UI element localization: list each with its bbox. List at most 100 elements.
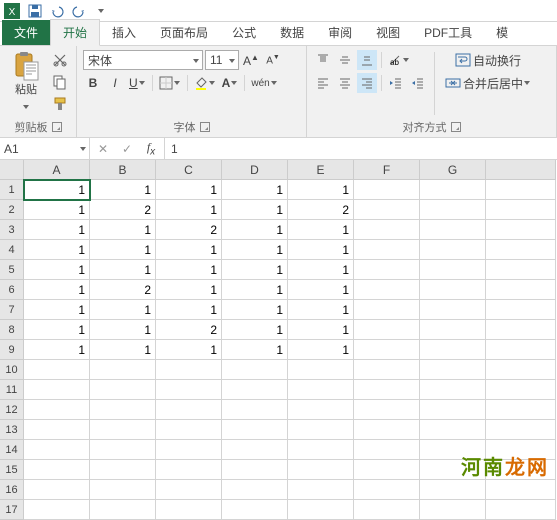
cell-F7[interactable] bbox=[354, 300, 420, 320]
name-box[interactable]: A1 bbox=[0, 138, 90, 159]
cell-F6[interactable] bbox=[354, 280, 420, 300]
cell-A6[interactable]: 1 bbox=[24, 280, 90, 300]
column-header-E[interactable]: E bbox=[288, 160, 354, 180]
cell-D3[interactable]: 1 bbox=[222, 220, 288, 240]
cell-C6[interactable]: 1 bbox=[156, 280, 222, 300]
cell-C17[interactable] bbox=[156, 500, 222, 520]
cell-F17[interactable] bbox=[354, 500, 420, 520]
cell-C14[interactable] bbox=[156, 440, 222, 460]
row-header-12[interactable]: 12 bbox=[0, 400, 24, 420]
cell-F10[interactable] bbox=[354, 360, 420, 380]
row-header-13[interactable]: 13 bbox=[0, 420, 24, 440]
cell-D4[interactable]: 1 bbox=[222, 240, 288, 260]
qat-save[interactable] bbox=[24, 1, 46, 21]
cell-F1[interactable] bbox=[354, 180, 420, 200]
cell-C7[interactable]: 1 bbox=[156, 300, 222, 320]
cell-A12[interactable] bbox=[24, 400, 90, 420]
cell-B13[interactable] bbox=[90, 420, 156, 440]
row-header-7[interactable]: 7 bbox=[0, 300, 24, 320]
cell-G9[interactable] bbox=[420, 340, 486, 360]
cell-F14[interactable] bbox=[354, 440, 420, 460]
cell-E14[interactable] bbox=[288, 440, 354, 460]
bold-button[interactable]: B bbox=[83, 73, 103, 93]
cell-extra-2[interactable] bbox=[486, 200, 556, 220]
formula-bar[interactable]: 1 bbox=[165, 138, 557, 159]
cell-C11[interactable] bbox=[156, 380, 222, 400]
tab-data[interactable]: 数据 bbox=[268, 20, 316, 45]
cell-extra-5[interactable] bbox=[486, 260, 556, 280]
row-header-3[interactable]: 3 bbox=[0, 220, 24, 240]
align-middle-button[interactable] bbox=[335, 50, 355, 70]
cell-B4[interactable]: 1 bbox=[90, 240, 156, 260]
align-top-button[interactable] bbox=[313, 50, 333, 70]
merge-center-button[interactable]: 合并后居中 bbox=[441, 73, 535, 93]
cell-D12[interactable] bbox=[222, 400, 288, 420]
cell-A5[interactable]: 1 bbox=[24, 260, 90, 280]
cell-C2[interactable]: 1 bbox=[156, 200, 222, 220]
cell-D1[interactable]: 1 bbox=[222, 180, 288, 200]
row-header-5[interactable]: 5 bbox=[0, 260, 24, 280]
cell-G13[interactable] bbox=[420, 420, 486, 440]
cell-extra-1[interactable] bbox=[486, 180, 556, 200]
cell-B5[interactable]: 1 bbox=[90, 260, 156, 280]
align-bottom-button[interactable] bbox=[357, 50, 377, 70]
cell-E12[interactable] bbox=[288, 400, 354, 420]
cell-E17[interactable] bbox=[288, 500, 354, 520]
tab-insert[interactable]: 插入 bbox=[100, 20, 148, 45]
clipboard-launcher[interactable] bbox=[52, 122, 62, 132]
cell-B11[interactable] bbox=[90, 380, 156, 400]
enter-formula-button[interactable]: ✓ bbox=[118, 140, 136, 158]
cell-F15[interactable] bbox=[354, 460, 420, 480]
cell-D14[interactable] bbox=[222, 440, 288, 460]
cell-B10[interactable] bbox=[90, 360, 156, 380]
cell-E13[interactable] bbox=[288, 420, 354, 440]
cell-B9[interactable]: 1 bbox=[90, 340, 156, 360]
cell-F12[interactable] bbox=[354, 400, 420, 420]
row-header-1[interactable]: 1 bbox=[0, 180, 24, 200]
cell-A14[interactable] bbox=[24, 440, 90, 460]
cell-D10[interactable] bbox=[222, 360, 288, 380]
cell-E7[interactable]: 1 bbox=[288, 300, 354, 320]
cell-D2[interactable]: 1 bbox=[222, 200, 288, 220]
cell-G8[interactable] bbox=[420, 320, 486, 340]
cell-G12[interactable] bbox=[420, 400, 486, 420]
select-all-corner[interactable] bbox=[0, 160, 24, 180]
format-painter-button[interactable] bbox=[50, 94, 70, 114]
cell-G14[interactable] bbox=[420, 440, 486, 460]
cell-G5[interactable] bbox=[420, 260, 486, 280]
column-header-C[interactable]: C bbox=[156, 160, 222, 180]
font-launcher[interactable] bbox=[200, 122, 210, 132]
cell-extra-16[interactable] bbox=[486, 480, 556, 500]
tab-pdf[interactable]: PDF工具 bbox=[412, 20, 484, 45]
cell-extra-15[interactable] bbox=[486, 460, 556, 480]
orientation-button[interactable]: ab bbox=[386, 50, 412, 70]
cell-G11[interactable] bbox=[420, 380, 486, 400]
column-header-D[interactable]: D bbox=[222, 160, 288, 180]
cell-C4[interactable]: 1 bbox=[156, 240, 222, 260]
italic-button[interactable]: I bbox=[105, 73, 125, 93]
cell-D5[interactable]: 1 bbox=[222, 260, 288, 280]
cell-A8[interactable]: 1 bbox=[24, 320, 90, 340]
cell-A3[interactable]: 1 bbox=[24, 220, 90, 240]
phonetic-button[interactable]: wén bbox=[249, 73, 279, 93]
cell-G3[interactable] bbox=[420, 220, 486, 240]
cell-A15[interactable] bbox=[24, 460, 90, 480]
cell-C10[interactable] bbox=[156, 360, 222, 380]
cell-D9[interactable]: 1 bbox=[222, 340, 288, 360]
cut-button[interactable] bbox=[50, 50, 70, 70]
cell-A10[interactable] bbox=[24, 360, 90, 380]
cell-E10[interactable] bbox=[288, 360, 354, 380]
cell-F3[interactable] bbox=[354, 220, 420, 240]
column-header-A[interactable]: A bbox=[24, 160, 90, 180]
copy-button[interactable] bbox=[50, 72, 70, 92]
cell-D6[interactable]: 1 bbox=[222, 280, 288, 300]
cell-F9[interactable] bbox=[354, 340, 420, 360]
column-header-F[interactable]: F bbox=[354, 160, 420, 180]
cell-extra-7[interactable] bbox=[486, 300, 556, 320]
cell-C5[interactable]: 1 bbox=[156, 260, 222, 280]
cell-extra-12[interactable] bbox=[486, 400, 556, 420]
cell-G17[interactable] bbox=[420, 500, 486, 520]
column-header-B[interactable]: B bbox=[90, 160, 156, 180]
cell-B14[interactable] bbox=[90, 440, 156, 460]
cell-G16[interactable] bbox=[420, 480, 486, 500]
